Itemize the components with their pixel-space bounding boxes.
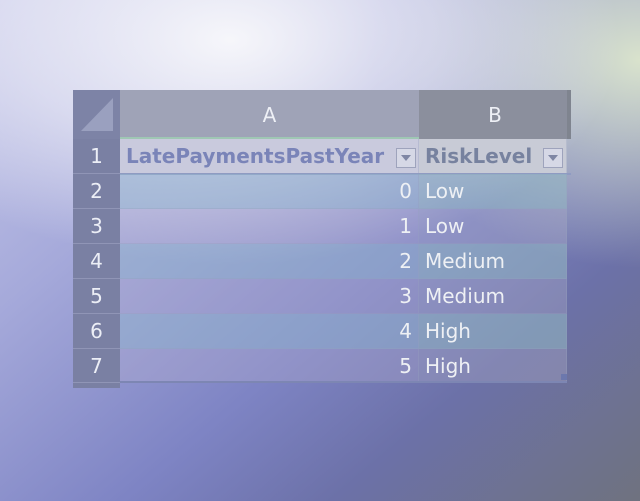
table-cell[interactable]: 0 — [120, 174, 419, 209]
row-header-3[interactable]: 3 — [73, 209, 120, 244]
select-all-corner[interactable] — [73, 90, 121, 139]
row-header-gap — [73, 383, 120, 388]
table-cell[interactable]: Medium — [419, 279, 567, 314]
select-all-icon — [81, 98, 113, 131]
filter-button-risk-level[interactable] — [543, 148, 563, 168]
spreadsheet-grid: A B 1 2 3 4 5 6 7 LatePaymentsPastYear R… — [73, 90, 571, 388]
table-cell[interactable]: High — [419, 314, 567, 349]
table-cell[interactable]: 5 — [120, 349, 419, 383]
table-resize-handle-icon[interactable] — [561, 374, 567, 380]
row-header-2[interactable]: 2 — [73, 174, 120, 209]
column-header-a[interactable]: A — [120, 90, 419, 139]
table-cell[interactable]: Low — [419, 209, 567, 244]
row-header-6[interactable]: 6 — [73, 314, 120, 349]
column-header-edge — [567, 90, 571, 139]
table-cell[interactable]: 2 — [120, 244, 419, 279]
row-header-1[interactable]: 1 — [73, 139, 120, 174]
table-cell[interactable]: 3 — [120, 279, 419, 314]
table-cell[interactable]: 4 — [120, 314, 419, 349]
row-header-5[interactable]: 5 — [73, 279, 120, 314]
table-header-cell-a[interactable]: LatePaymentsPastYear — [120, 139, 419, 174]
table-bottom-border — [120, 381, 567, 383]
row-header-7[interactable]: 7 — [73, 349, 120, 383]
header-label-late-payments: LatePaymentsPastYear — [126, 144, 385, 168]
table-cell[interactable]: 1 — [120, 209, 419, 244]
table-cell[interactable]: High — [419, 349, 567, 383]
chevron-down-icon — [401, 155, 411, 161]
filter-button-late-payments[interactable] — [396, 148, 416, 168]
table-cell[interactable]: Medium — [419, 244, 567, 279]
column-header-b[interactable]: B — [419, 90, 571, 139]
header-label-risk-level: RiskLevel — [425, 144, 533, 168]
row-header-4[interactable]: 4 — [73, 244, 120, 279]
table-cell[interactable]: Low — [419, 174, 567, 209]
chevron-down-icon — [548, 155, 558, 161]
